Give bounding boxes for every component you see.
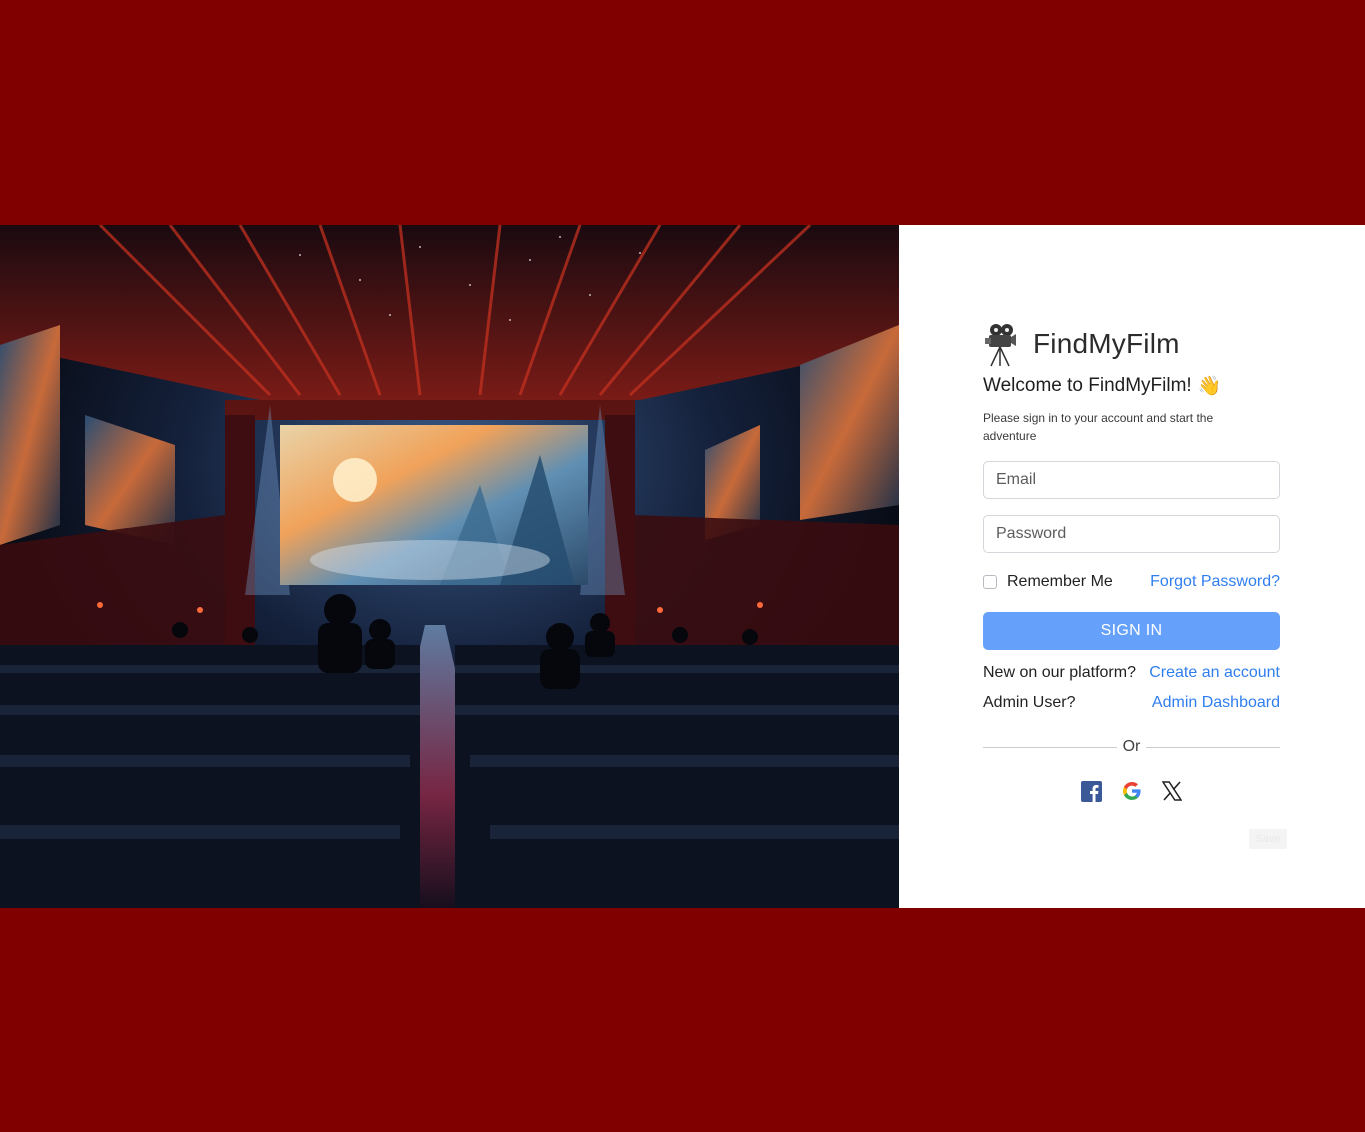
create-account-row: New on our platform? Create an account (983, 662, 1280, 684)
email-input[interactable] (983, 461, 1280, 499)
film-projector-icon (983, 321, 1023, 367)
divider-label: Or (1122, 738, 1141, 755)
cinema-hero-image (0, 225, 899, 908)
waving-hand-icon: 👋 (1197, 376, 1222, 397)
save-button[interactable]: Save (1249, 829, 1287, 849)
remember-row: Remember Me Forgot Password? (983, 573, 1280, 591)
x-icon[interactable] (1161, 780, 1183, 802)
or-divider: Or (983, 738, 1280, 756)
login-page: FindMyFilm Welcome to FindMyFilm! 👋 Plea… (0, 225, 1365, 908)
remember-me-label[interactable]: Remember Me (1007, 573, 1113, 591)
divider-line-left (983, 746, 1117, 748)
password-input[interactable] (983, 515, 1280, 553)
remember-me-checkbox[interactable] (983, 575, 997, 589)
new-user-prompt: New on our platform? (983, 664, 1136, 681)
admin-prompt: Admin User? (983, 694, 1076, 711)
sign-in-button[interactable]: SIGN IN (983, 612, 1280, 650)
welcome-subtitle: Please sign in to your account and start… (983, 411, 1214, 443)
forgot-password-link[interactable]: Forgot Password? (1150, 573, 1280, 591)
facebook-icon[interactable] (1081, 780, 1103, 802)
brand-name: FindMyFilm (1033, 328, 1180, 359)
create-account-link[interactable]: Create an account (1149, 664, 1280, 682)
remember-me[interactable]: Remember Me (983, 573, 1113, 591)
admin-row: Admin User? Admin Dashboard (983, 692, 1280, 714)
divider-line-right (1146, 746, 1280, 748)
social-login (983, 780, 1280, 802)
welcome-title: Welcome to FindMyFilm! (983, 375, 1192, 396)
brand: FindMyFilm (983, 321, 1280, 367)
google-icon[interactable] (1121, 780, 1143, 802)
admin-dashboard-link[interactable]: Admin Dashboard (1152, 694, 1280, 712)
login-panel: FindMyFilm Welcome to FindMyFilm! 👋 Plea… (899, 225, 1365, 908)
welcome-heading: Welcome to FindMyFilm! 👋 (983, 372, 1280, 400)
login-form: FindMyFilm Welcome to FindMyFilm! 👋 Plea… (983, 321, 1280, 802)
